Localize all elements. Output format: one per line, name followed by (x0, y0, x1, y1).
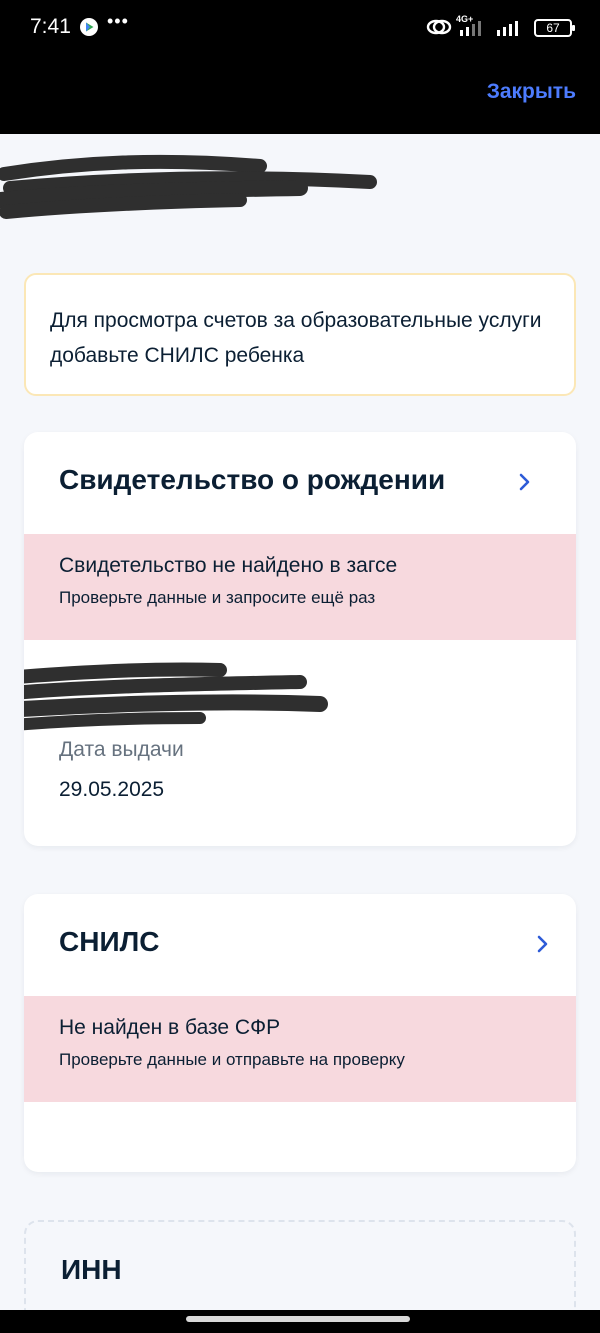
content-area[interactable]: Для просмотра счетов за образовательные … (0, 134, 600, 1310)
system-nav-bar (0, 1310, 600, 1333)
signal-icon (497, 21, 518, 36)
link-icon (426, 19, 452, 35)
battery-icon: 67 (534, 19, 575, 37)
close-button[interactable]: Закрыть (487, 80, 576, 104)
card-title: Свидетельство о рождении (59, 464, 446, 495)
birth-certificate-card[interactable]: Свидетельство о рождении Свидетельство н… (24, 432, 576, 846)
card-title: ИНН (61, 1254, 122, 1285)
card-header[interactable]: ИНН (26, 1222, 574, 1310)
error-band: Не найден в базе СФР Проверьте данные и … (24, 996, 576, 1102)
card-title: СНИЛС (59, 926, 160, 957)
redaction-scribble (0, 154, 377, 219)
error-band: Свидетельство не найдено в загсе Проверь… (24, 534, 576, 640)
snils-card[interactable]: СНИЛС Не найден в базе СФР Проверьте дан… (24, 894, 576, 1172)
error-title: Свидетельство не найдено в загсе (59, 554, 398, 577)
chevron-right-icon[interactable] (536, 934, 550, 954)
issue-date-label: Дата выдачи (59, 738, 184, 761)
error-title: Не найден в базе СФР (59, 1016, 281, 1039)
card-header[interactable]: Свидетельство о рождении (24, 432, 576, 534)
status-time: 7:41 (30, 15, 71, 38)
error-subtitle: Проверьте данные и запросите ещё раз (59, 588, 376, 607)
issue-date-value: 29.05.2025 (59, 778, 165, 801)
status-bar: 7:41 ••• 4G+ 67 (0, 0, 600, 56)
more-dots-icon: ••• (107, 11, 129, 31)
card-header[interactable]: СНИЛС (24, 894, 576, 996)
signal-icon (460, 21, 481, 36)
home-indicator[interactable] (186, 1316, 410, 1322)
play-store-icon (80, 18, 98, 36)
notice-banner: Для просмотра счетов за образовательные … (24, 273, 576, 396)
error-subtitle: Проверьте данные и отправьте на проверку (59, 1050, 405, 1069)
inn-card[interactable]: ИНН (24, 1220, 576, 1310)
app-header: Закрыть (0, 56, 600, 134)
card-body: Дата выдачи 29.05.2025 (24, 640, 576, 846)
chevron-right-icon[interactable] (518, 472, 532, 492)
